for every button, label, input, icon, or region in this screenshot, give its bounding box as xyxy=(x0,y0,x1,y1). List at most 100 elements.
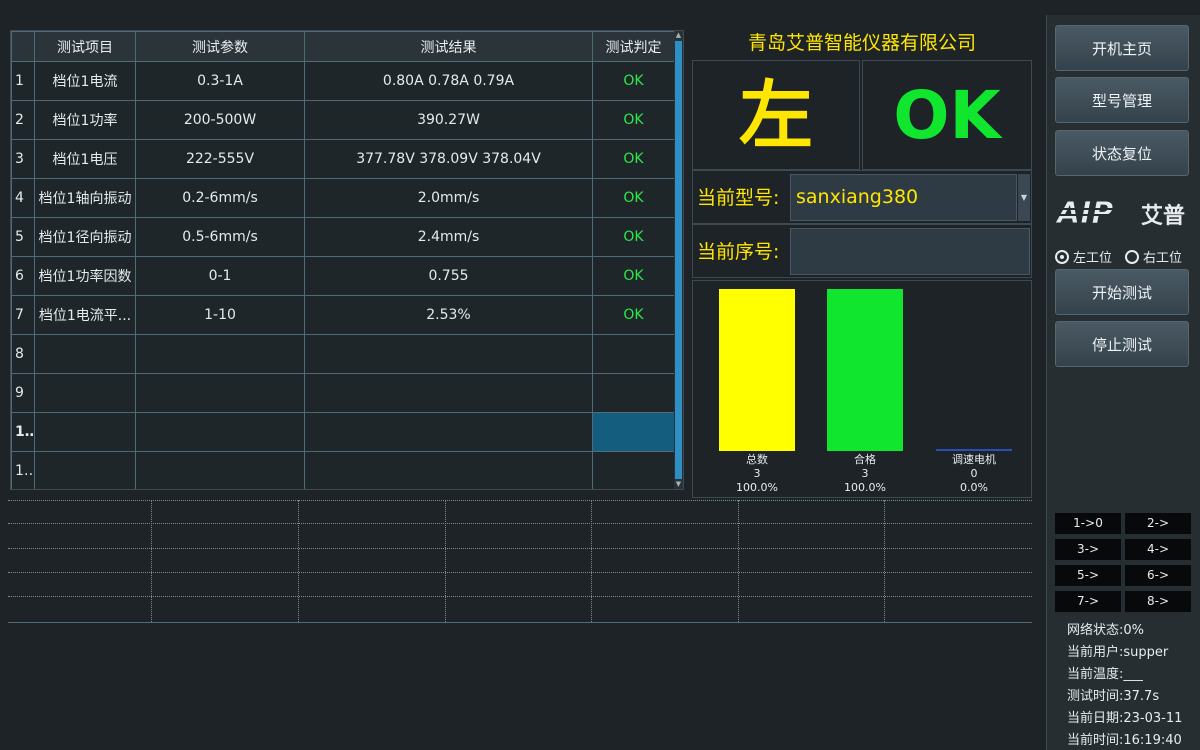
channel-button-7[interactable]: 7-> xyxy=(1055,591,1121,612)
chart-percent-label: 100.0% xyxy=(844,481,886,494)
test-result-cell xyxy=(304,451,593,489)
scroll-thumb[interactable] xyxy=(675,41,682,479)
test-result-cell: 0.755 xyxy=(304,256,593,296)
channel-button-3[interactable]: 3-> xyxy=(1055,539,1121,560)
statistics-chart: 总数 3 100.0% 合格 3 100.0% 调速电机 0 0.0% xyxy=(692,280,1032,498)
header-test-result: 测试结果 xyxy=(304,31,593,62)
table-scrollbar[interactable]: ▲ ▼ xyxy=(674,31,683,489)
test-result-box: OK xyxy=(862,60,1032,170)
channel-button-4[interactable]: 4-> xyxy=(1125,539,1191,560)
test-result-cell: 2.4mm/s xyxy=(304,217,593,257)
test-judge-cell: OK xyxy=(592,139,675,179)
test-item-cell: 档位1功率 xyxy=(34,100,136,140)
home-button[interactable]: 开机主页 xyxy=(1055,25,1189,71)
serial-input[interactable] xyxy=(790,228,1030,275)
grid-line xyxy=(8,548,1032,549)
table-row[interactable]: 11 xyxy=(11,451,675,489)
test-judge-cell: OK xyxy=(592,178,675,218)
test-item-cell: 档位1电压 xyxy=(34,139,136,179)
scroll-down-icon[interactable]: ▼ xyxy=(674,480,683,489)
chart-category-label: 调速电机 xyxy=(952,452,996,466)
stop-test-button[interactable]: 停止测试 xyxy=(1055,321,1189,367)
model-row: 当前型号: sanxiang380 ▼ xyxy=(692,170,1032,224)
chart-category-label: 总数 xyxy=(746,452,768,466)
row-index: 10 xyxy=(11,412,35,452)
channel-button-2[interactable]: 2-> xyxy=(1125,513,1191,534)
test-result-cell: 390.27W xyxy=(304,100,593,140)
channel-button-8[interactable]: 8-> xyxy=(1125,591,1191,612)
grid-line xyxy=(8,500,1032,501)
table-row[interactable]: 4 档位1轴向振动 0.2-6mm/s 2.0mm/s OK xyxy=(11,178,675,218)
chart-percent-label: 0.0% xyxy=(960,481,988,494)
test-judge-cell xyxy=(592,412,675,452)
chart-percent-label: 100.0% xyxy=(736,481,778,494)
test-item-cell xyxy=(34,451,136,489)
results-table: 测试项目 测试参数 测试结果 测试判定 1 档位1电流 0.3-1A 0.80A 0.… xyxy=(11,31,675,489)
bottom-data-grid xyxy=(8,500,1032,623)
table-row[interactable]: 3 档位1电压 222-555V 377.78V 378.09V 378.04V OK xyxy=(11,139,675,179)
table-row[interactable]: 10 xyxy=(11,412,675,452)
table-row[interactable]: 5 档位1径向振动 0.5-6mm/s 2.4mm/s OK xyxy=(11,217,675,257)
test-result-cell: 377.78V 378.09V 378.04V xyxy=(304,139,593,179)
table-row[interactable]: 9 xyxy=(11,373,675,413)
table-row[interactable]: 2 档位1功率 200-500W 390.27W OK xyxy=(11,100,675,140)
test-judge-cell: OK xyxy=(592,295,675,335)
test-param-cell: 0.2-6mm/s xyxy=(135,178,305,218)
test-param-cell xyxy=(135,334,305,374)
station-side-value: 左 xyxy=(739,73,813,159)
start-test-button[interactable]: 开始测试 xyxy=(1055,269,1189,315)
radio-checked-icon xyxy=(1055,249,1069,264)
row-index: 4 xyxy=(11,178,35,218)
test-param-cell xyxy=(135,412,305,452)
grid-line xyxy=(884,500,885,622)
grid-line xyxy=(8,523,1032,524)
channel-button-6[interactable]: 6-> xyxy=(1125,565,1191,586)
serial-label: 当前序号: xyxy=(697,241,780,263)
left-station-label: 左工位 xyxy=(1073,251,1113,266)
results-table-panel: 测试项目 测试参数 测试结果 测试判定 1 档位1电流 0.3-1A 0.80A 0.… xyxy=(10,30,684,490)
test-duration: 测试时间:37.7s xyxy=(1067,689,1160,704)
right-station-radio[interactable]: 右工位 xyxy=(1125,247,1182,266)
scroll-up-icon[interactable]: ▲ xyxy=(674,31,683,40)
row-index: 9 xyxy=(11,373,35,413)
test-judge-cell: OK xyxy=(592,256,675,296)
chart-category-label: 合格 xyxy=(854,452,876,466)
test-result-cell: 0.80A 0.78A 0.79A xyxy=(304,61,593,101)
row-index: 5 xyxy=(11,217,35,257)
table-row[interactable]: 8 xyxy=(11,334,675,374)
grid-line xyxy=(8,572,1032,573)
svg-text:AIP: AIP xyxy=(1055,196,1113,229)
model-management-button[interactable]: 型号管理 xyxy=(1055,77,1189,123)
grid-line xyxy=(298,500,299,622)
test-result-cell: 2.53% xyxy=(304,295,593,335)
test-item-cell: 档位1电流平... xyxy=(34,295,136,335)
test-item-cell: 档位1功率因数 xyxy=(34,256,136,296)
model-select[interactable]: sanxiang380 xyxy=(790,174,1017,221)
chart-bar xyxy=(719,289,795,451)
test-param-cell: 1-10 xyxy=(135,295,305,335)
table-row[interactable]: 1 档位1电流 0.3-1A 0.80A 0.78A 0.79A OK xyxy=(11,61,675,101)
channel-button-5[interactable]: 5-> xyxy=(1055,565,1121,586)
model-label: 当前型号: xyxy=(697,187,780,209)
test-param-cell: 0.5-6mm/s xyxy=(135,217,305,257)
test-param-cell: 200-500W xyxy=(135,100,305,140)
table-row[interactable]: 7 档位1电流平... 1-10 2.53% OK xyxy=(11,295,675,335)
grid-line xyxy=(445,500,446,622)
table-row[interactable]: 6 档位1功率因数 0-1 0.755 OK xyxy=(11,256,675,296)
status-reset-button[interactable]: 状态复位 xyxy=(1055,130,1189,176)
current-time: 当前时间:16:19:40 xyxy=(1067,733,1182,748)
radio-unchecked-icon xyxy=(1125,249,1139,264)
row-index: 11 xyxy=(11,451,35,489)
svg-text:艾普: 艾普 xyxy=(1141,203,1185,229)
test-item-cell xyxy=(34,373,136,413)
test-judge-cell xyxy=(592,334,675,374)
row-index: 3 xyxy=(11,139,35,179)
test-judge-cell: OK xyxy=(592,61,675,101)
station-side-box: 左 xyxy=(692,60,860,170)
chevron-down-icon[interactable]: ▼ xyxy=(1018,174,1030,221)
test-result-value: OK xyxy=(893,77,1001,154)
left-station-radio[interactable]: 左工位 xyxy=(1055,247,1112,266)
row-index: 1 xyxy=(11,61,35,101)
channel-button-1[interactable]: 1->0 xyxy=(1055,513,1121,534)
serial-row: 当前序号: xyxy=(692,224,1032,278)
